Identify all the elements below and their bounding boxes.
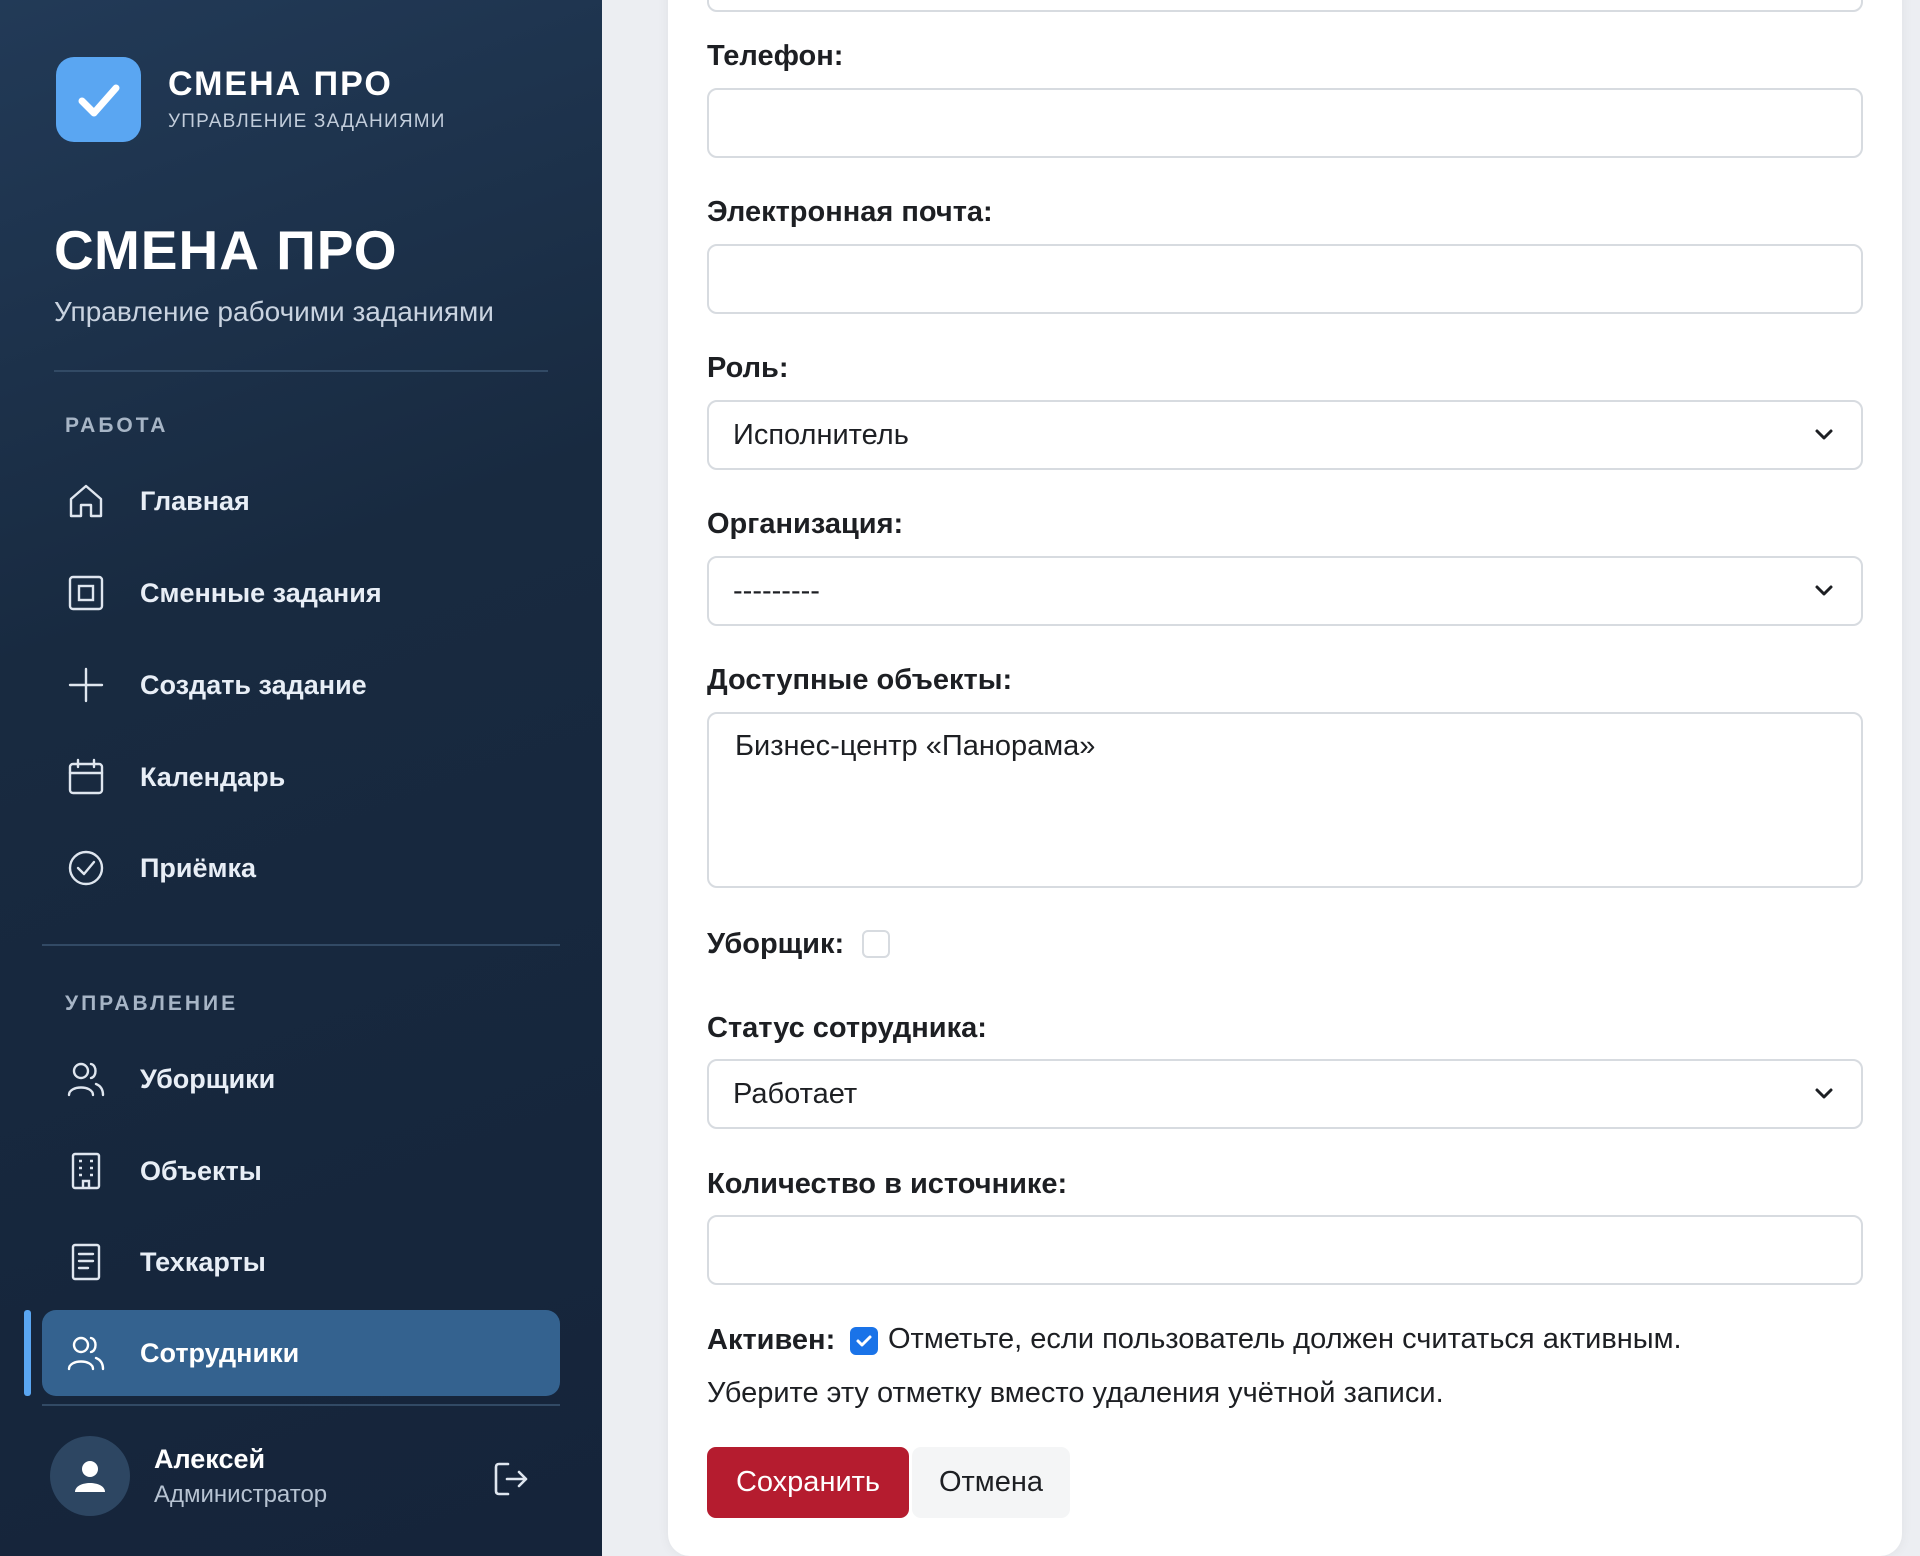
- sidebar-item-label: Приёмка: [140, 852, 257, 883]
- document-icon: [64, 1240, 108, 1284]
- cancel-button[interactable]: Отмена: [912, 1447, 1070, 1518]
- section-label-management: УПРАВЛЕНИЕ: [65, 992, 239, 1015]
- checkmark-icon: [56, 57, 141, 142]
- phone-label: Телефон:: [707, 40, 844, 72]
- active-help-text-2: Уберите эту отметку вместо удаления учёт…: [707, 1377, 1444, 1409]
- sidebar-item-techcards[interactable]: Техкарты: [42, 1219, 560, 1305]
- sidebar-item-label: Создать задание: [140, 669, 367, 700]
- app-title: СМЕНА ПРО: [54, 219, 398, 281]
- sidebar-item-employees[interactable]: Сотрудники: [42, 1310, 560, 1396]
- sidebar-item-label: Объекты: [140, 1155, 262, 1186]
- user-role: Администратор: [154, 1480, 328, 1508]
- organization-select-value: ---------: [733, 574, 820, 607]
- active-checkbox[interactable]: [850, 1327, 878, 1355]
- brand-title: СМЕНА ПРО: [168, 64, 393, 103]
- email-label: Электронная почта:: [707, 196, 993, 228]
- sidebar-item-label: Уборщики: [140, 1063, 276, 1094]
- sidebar: СМЕНА ПРО УПРАВЛЕНИЕ ЗАДАНИЯМИ СМЕНА ПРО…: [0, 0, 602, 1556]
- role-select-value: Исполнитель: [733, 418, 909, 451]
- home-icon: [64, 479, 108, 523]
- role-label: Роль:: [707, 352, 789, 384]
- calendar-icon: [64, 755, 108, 799]
- sidebar-item-calendar[interactable]: Календарь: [42, 734, 560, 820]
- brand-subtitle: УПРАВЛЕНИЕ ЗАДАНИЯМИ: [168, 110, 446, 132]
- sidebar-item-home[interactable]: Главная: [42, 458, 560, 544]
- app-subtitle: Управление рабочими заданиями: [54, 296, 494, 327]
- phone-input[interactable]: [707, 88, 1863, 158]
- building-icon: [64, 1149, 108, 1193]
- square-icon: [64, 571, 108, 615]
- organization-select[interactable]: ---------: [707, 556, 1863, 626]
- source-count-input[interactable]: [707, 1215, 1863, 1285]
- source-count-label: Количество в источнике:: [707, 1168, 1068, 1200]
- user-profile[interactable]: Алексей Администратор: [50, 1436, 327, 1516]
- previous-field-input[interactable]: [707, 0, 1863, 12]
- users-icon: [64, 1057, 108, 1101]
- sidebar-item-create-task[interactable]: Создать задание: [42, 642, 560, 728]
- cleaner-checkbox[interactable]: [862, 930, 890, 958]
- status-label: Статус сотрудника:: [707, 1012, 987, 1044]
- sidebar-item-label: Календарь: [140, 761, 286, 792]
- check-circle-icon: [64, 846, 108, 890]
- status-select-value: Работает: [733, 1077, 858, 1110]
- brand[interactable]: СМЕНА ПРО УПРАВЛЕНИЕ ЗАДАНИЯМИ: [56, 57, 446, 142]
- sidebar-item-label: Главная: [140, 485, 250, 516]
- sidebar-item-label: Сменные задания: [140, 577, 382, 608]
- save-button[interactable]: Сохранить: [707, 1447, 909, 1518]
- divider: [42, 944, 560, 946]
- logout-icon[interactable]: [490, 1458, 532, 1500]
- status-select[interactable]: Работает: [707, 1059, 1863, 1129]
- objects-multiselect[interactable]: Бизнес-центр «Панорама»: [707, 712, 1863, 888]
- sidebar-item-label: Сотрудники: [140, 1337, 300, 1368]
- chevron-down-icon: [1815, 1088, 1833, 1099]
- role-select[interactable]: Исполнитель: [707, 400, 1863, 470]
- user-name: Алексей: [154, 1443, 266, 1474]
- sidebar-item-shift-tasks[interactable]: Сменные задания: [42, 550, 560, 636]
- sidebar-item-cleaners[interactable]: Уборщики: [42, 1036, 560, 1122]
- objects-option[interactable]: Бизнес-центр «Панорама»: [735, 730, 1835, 763]
- divider: [54, 370, 548, 372]
- chevron-down-icon: [1815, 429, 1833, 440]
- active-help-text: Отметьте, если пользователь должен счита…: [888, 1323, 1682, 1355]
- sidebar-item-acceptance[interactable]: Приёмка: [42, 825, 560, 911]
- chevron-down-icon: [1815, 585, 1833, 596]
- checkmark-icon: [856, 1335, 872, 1347]
- divider: [42, 1404, 560, 1406]
- plus-icon: [64, 663, 108, 707]
- sidebar-item-label: Техкарты: [140, 1246, 266, 1277]
- active-label: Активен:: [707, 1324, 836, 1356]
- email-input[interactable]: [707, 244, 1863, 314]
- active-indicator: [24, 1310, 31, 1396]
- cleaner-label: Уборщик:: [707, 928, 845, 960]
- user-icon: [50, 1436, 130, 1516]
- section-label-work: РАБОТА: [65, 414, 169, 437]
- organization-label: Организация:: [707, 508, 904, 540]
- users-icon: [64, 1331, 108, 1375]
- objects-label: Доступные объекты:: [707, 664, 1013, 696]
- sidebar-item-objects[interactable]: Объекты: [42, 1128, 560, 1214]
